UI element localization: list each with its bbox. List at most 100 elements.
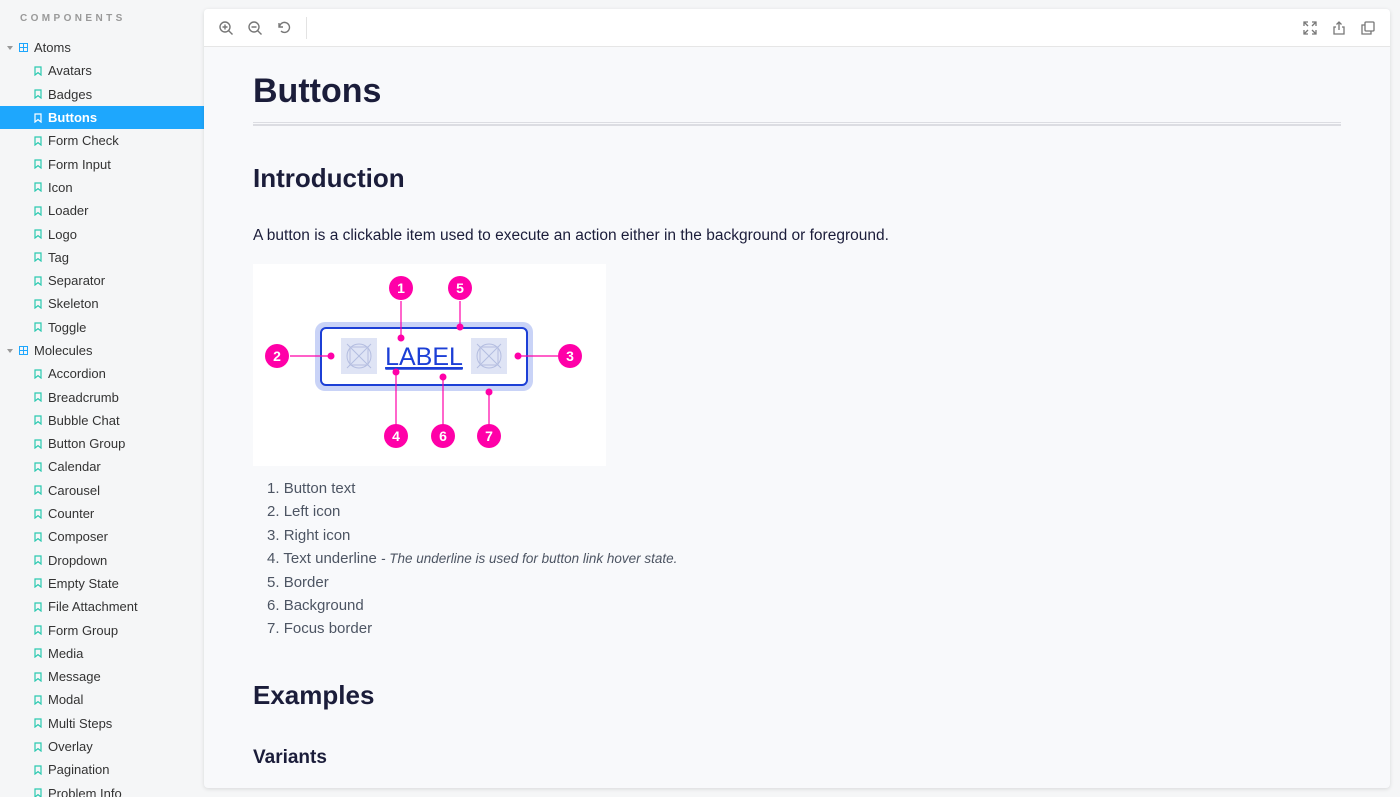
svg-text:7: 7 xyxy=(485,428,493,444)
reset-zoom-icon[interactable] xyxy=(275,19,293,37)
sidebar: COMPONENTS Atoms Avatars Badges Buttons Form… xyxy=(0,0,204,797)
sidebar-item-buttons[interactable]: Buttons xyxy=(0,105,204,130)
sidebar-item-accordion[interactable]: Accordion xyxy=(0,362,204,385)
bookmark-icon xyxy=(34,206,42,216)
copy-icon[interactable] xyxy=(1359,19,1377,37)
sidebar-item-skeleton[interactable]: Skeleton xyxy=(0,292,204,315)
svg-text:1: 1 xyxy=(397,280,405,296)
bookmark-icon xyxy=(34,276,42,286)
bookmark-icon xyxy=(34,89,42,100)
sidebar-group-atoms[interactable]: Atoms xyxy=(0,36,204,59)
sidebar-header: COMPONENTS xyxy=(20,13,126,24)
bookmark-icon xyxy=(34,252,42,263)
chevron-down-icon xyxy=(7,45,13,50)
legend-number: 3. xyxy=(267,526,280,544)
bookmark-icon xyxy=(34,718,42,729)
sidebar-item-file-attachment[interactable]: File Attachment xyxy=(0,595,204,618)
zoom-out-icon[interactable] xyxy=(246,19,264,37)
legend-text: Left icon xyxy=(283,503,341,521)
variants-heading: Variants xyxy=(253,747,327,768)
marker-4: 4 xyxy=(384,424,408,448)
page-title: Buttons xyxy=(253,72,382,110)
share-icon[interactable] xyxy=(1330,19,1348,37)
fullscreen-icon[interactable] xyxy=(1301,19,1319,37)
sidebar-item-form-input[interactable]: Form Input xyxy=(0,152,204,175)
sidebar-item-label: Multi Steps xyxy=(48,715,113,731)
intro-paragraph: A button is a clickable item used to exe… xyxy=(253,227,889,244)
sidebar-item-calendar[interactable]: Calendar xyxy=(0,455,204,478)
marker-6: 6 xyxy=(431,424,455,448)
sidebar-group-label: Atoms xyxy=(34,40,71,56)
sidebar-item-loader[interactable]: Loader xyxy=(0,199,204,222)
grid-icon xyxy=(19,346,34,355)
sidebar-item-label: Accordion xyxy=(48,366,106,382)
sidebar-item-problem-info[interactable]: Problem Info xyxy=(0,782,204,797)
anatomy-legend: 1. Button text 2. Left icon 3. Right ico… xyxy=(267,479,677,643)
legend-number: 5. xyxy=(267,573,280,591)
sidebar-item-form-group[interactable]: Form Group xyxy=(0,618,204,641)
legend-item: 2. Left icon xyxy=(267,502,677,525)
bookmark-icon xyxy=(34,299,42,309)
zoom-in-icon[interactable] xyxy=(217,19,235,37)
sidebar-item-label: Form Group xyxy=(48,622,119,638)
sidebar-item-logo[interactable]: Logo xyxy=(0,222,204,245)
sidebar-item-pagination[interactable]: Pagination xyxy=(0,758,204,781)
sidebar-item-carousel[interactable]: Carousel xyxy=(0,479,204,502)
sidebar-item-overlay[interactable]: Overlay xyxy=(0,735,204,758)
sidebar-item-label: Tag xyxy=(48,249,69,265)
bookmark-icon xyxy=(34,182,42,193)
sidebar-item-label: Badges xyxy=(48,86,93,102)
sidebar-item-media[interactable]: Media xyxy=(0,642,204,665)
sidebar-item-label: Carousel xyxy=(48,482,101,498)
sidebar-item-toggle[interactable]: Toggle xyxy=(0,316,204,339)
sidebar-item-separator[interactable]: Separator xyxy=(0,269,204,292)
marker-5: 5 xyxy=(448,276,472,300)
sidebar-item-button-group[interactable]: Button Group xyxy=(0,432,204,455)
bookmark-icon xyxy=(34,415,42,426)
sidebar-item-label: Logo xyxy=(48,226,77,242)
legend-item: 1. Button text xyxy=(267,479,677,502)
bookmark-icon xyxy=(34,369,42,379)
bookmark-icon xyxy=(34,788,42,797)
sidebar-item-empty-state[interactable]: Empty State xyxy=(0,572,204,595)
marker-7: 7 xyxy=(477,424,501,448)
bookmark-icon xyxy=(34,508,42,519)
sidebar-item-form-check[interactable]: Form Check xyxy=(0,129,204,152)
sidebar-item-counter[interactable]: Counter xyxy=(0,502,204,525)
legend-note: - The underline is used for button link … xyxy=(381,551,678,567)
sidebar-item-icon[interactable]: Icon xyxy=(0,176,204,199)
sidebar-item-composer[interactable]: Composer xyxy=(0,525,204,548)
sidebar-item-avatars[interactable]: Avatars xyxy=(0,59,204,82)
sidebar-item-label: File Attachment xyxy=(48,599,138,615)
bookmark-icon xyxy=(34,741,42,752)
sidebar-item-tag[interactable]: Tag xyxy=(0,246,204,269)
sidebar-item-label: Form Input xyxy=(48,156,111,172)
bookmark-icon xyxy=(34,392,42,403)
toolbar-divider xyxy=(306,17,307,39)
sidebar-item-multi-steps[interactable]: Multi Steps xyxy=(0,712,204,735)
sidebar-item-label: Form Check xyxy=(48,133,119,149)
sidebar-item-label: Problem Info xyxy=(48,785,122,797)
button-anatomy-diagram: LABEL 1 2 3 4 5 6 7 xyxy=(253,264,606,466)
sidebar-item-label: Button Group xyxy=(48,436,126,452)
legend-text: Text underline xyxy=(283,550,377,568)
sidebar-item-badges[interactable]: Badges xyxy=(0,83,204,106)
sidebar-item-label: Avatars xyxy=(48,63,92,79)
sidebar-group-molecules[interactable]: Molecules xyxy=(0,339,204,362)
sidebar-item-label: Counter xyxy=(48,506,95,522)
legend-number: 2. xyxy=(267,503,280,521)
legend-number: 1. xyxy=(267,480,280,497)
bookmark-icon xyxy=(34,695,42,705)
svg-text:4: 4 xyxy=(392,428,400,444)
sidebar-item-modal[interactable]: Modal xyxy=(0,688,204,711)
legend-item: 7. Focus border xyxy=(267,619,677,642)
sidebar-item-breadcrumb[interactable]: Breadcrumb xyxy=(0,385,204,408)
sidebar-item-message[interactable]: Message xyxy=(0,665,204,688)
bookmark-icon xyxy=(34,439,42,449)
sidebar-item-bubble-chat[interactable]: Bubble Chat xyxy=(0,409,204,432)
bookmark-icon xyxy=(34,625,42,636)
grid-icon xyxy=(19,43,34,53)
bookmark-icon xyxy=(34,229,42,240)
sidebar-item-dropdown[interactable]: Dropdown xyxy=(0,549,204,572)
sidebar-item-label: Calendar xyxy=(48,459,101,475)
